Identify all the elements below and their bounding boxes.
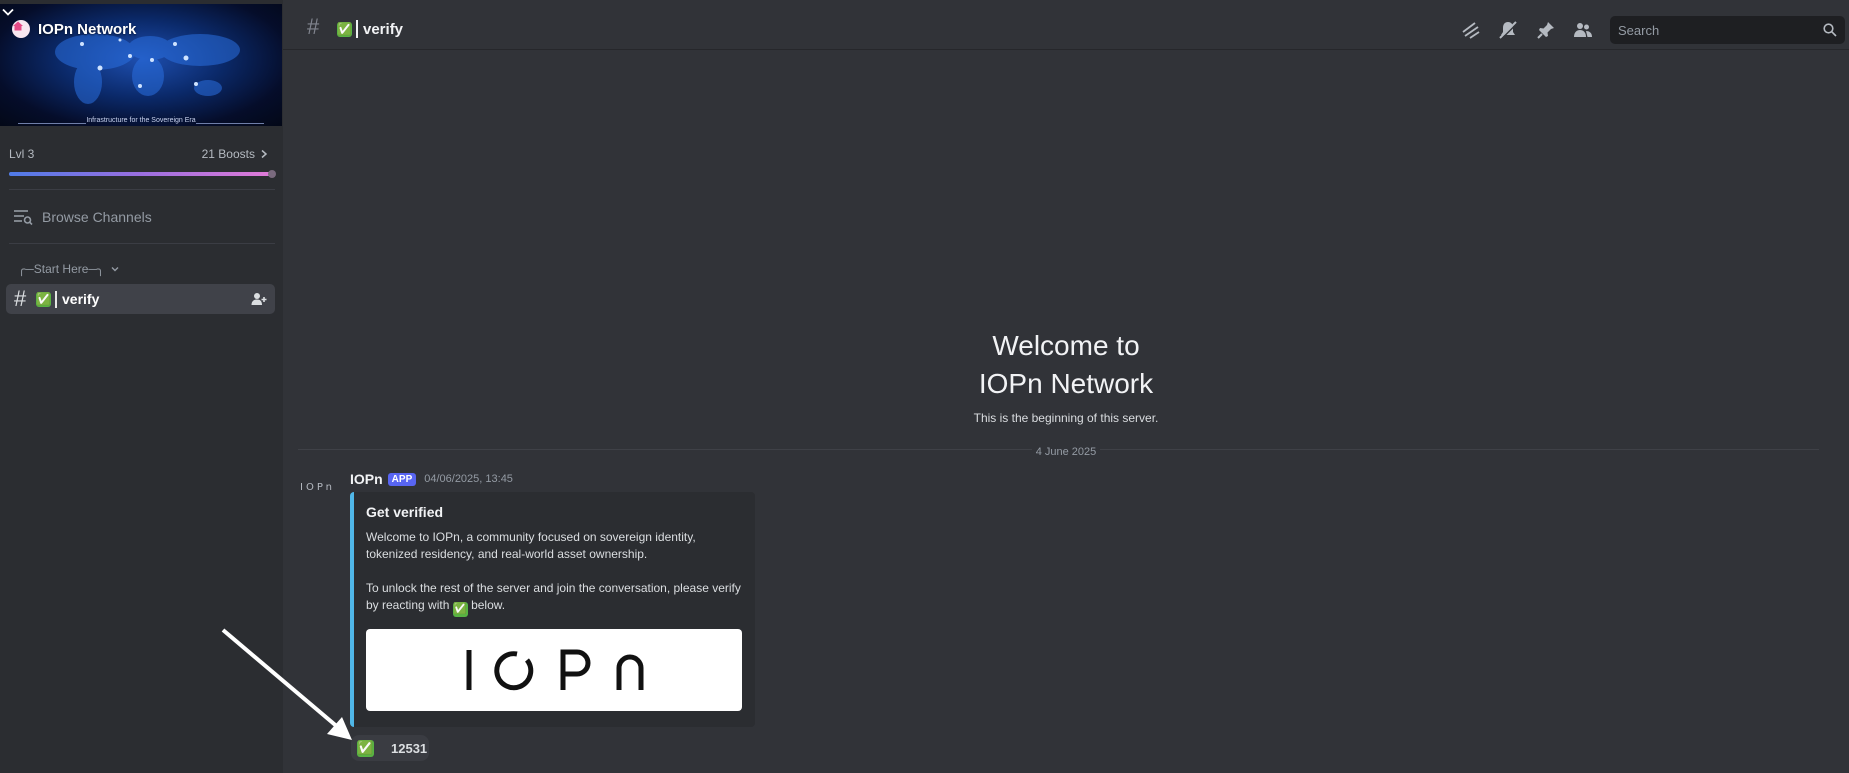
welcome-subtitle: This is the beginning of this server. — [973, 411, 1159, 425]
date-divider-label: 4 June 2025 — [1031, 446, 1101, 458]
message-embed: Get verified Welcome to IOPn, a communit… — [350, 492, 755, 727]
message-author[interactable]: IOPn — [350, 471, 383, 487]
message-header: IOPn APP 04/06/2025, 13:45 — [350, 471, 513, 487]
embed-title: Get verified — [366, 504, 444, 520]
channel-name-separator — [356, 20, 358, 38]
avatar[interactable]: IOPn — [300, 482, 335, 493]
channel-name-separator — [55, 290, 57, 308]
boost-progress-fill — [9, 172, 270, 176]
pin-icon[interactable] — [1536, 20, 1556, 40]
threads-icon[interactable] — [1461, 20, 1481, 40]
chevron-down-icon — [111, 267, 119, 272]
server-name[interactable]: IOPn Network — [38, 21, 136, 38]
browse-channels-label: Browse Channels — [42, 209, 152, 225]
check-mark-icon: ✅ — [36, 291, 51, 307]
invite-members-icon[interactable] — [251, 291, 267, 307]
chevron-right-icon — [261, 149, 268, 159]
embed-paragraph: Welcome to IOPn, a community focused on … — [366, 530, 696, 561]
sidebar-divider — [9, 189, 275, 190]
message-timestamp: 04/06/2025, 13:45 — [424, 473, 513, 485]
check-mark-icon: ✅ — [337, 21, 352, 37]
server-sidebar: IOPn Network Infrastructure for the Sove… — [0, 0, 283, 773]
sidebar-divider — [9, 243, 275, 244]
app-badge: APP — [387, 472, 417, 486]
category-start-here[interactable]: ╭─Start Here─╮ — [18, 262, 120, 276]
boost-progress-bar — [9, 172, 275, 176]
notification-muted-icon[interactable] — [1498, 20, 1518, 40]
chevron-down-icon[interactable] — [0, 4, 16, 20]
welcome-heading: Welcome to IOPn Network — [283, 327, 1849, 403]
chat-area: # ✅ verify Search Welcome to IOPn Networ… — [283, 0, 1849, 773]
server-banner[interactable]: IOPn Network Infrastructure for the Sove… — [0, 4, 282, 126]
embed-paragraph: To unlock the rest of the server and joi… — [366, 581, 741, 617]
welcome-line-1: Welcome to — [992, 330, 1140, 361]
welcome-line-2: IOPn Network — [978, 368, 1154, 399]
boost-level: Lvl 3 — [9, 147, 35, 161]
reaction-check-mark[interactable]: ✅ 12531 — [351, 735, 429, 761]
header-channel-name: verify — [363, 20, 404, 38]
iopn-logo — [466, 649, 644, 691]
channel-name: verify — [62, 291, 100, 307]
search-placeholder: Search — [1618, 22, 1660, 38]
check-mark-icon: ✅ — [452, 602, 468, 617]
sidebar-channel-verify[interactable]: # ✅ verify — [6, 284, 275, 314]
search-input[interactable]: Search — [1610, 16, 1845, 44]
check-mark-icon: ✅ — [357, 739, 374, 757]
browse-channels-button[interactable]: Browse Channels — [13, 208, 152, 226]
text-channel-icon: # — [307, 14, 320, 39]
member-list-icon[interactable] — [1573, 20, 1593, 40]
search-icon — [1823, 23, 1837, 37]
reaction-count: 12531 — [391, 740, 428, 756]
embed-logo-image[interactable] — [366, 629, 742, 711]
boost-count-link[interactable]: 21 Boosts — [202, 147, 269, 161]
category-label: ╭─Start Here─╮ — [18, 262, 105, 276]
server-home-icon — [12, 20, 30, 38]
boost-goal-marker — [268, 170, 276, 178]
browse-channels-icon — [14, 210, 33, 226]
banner-caption: Infrastructure for the Sovereign Era — [86, 117, 196, 124]
text-channel-icon: # — [14, 286, 27, 311]
boost-count: 21 Boosts — [201, 147, 255, 161]
date-divider: 4 June 2025 — [283, 442, 1849, 460]
channel-title: ✅ verify — [337, 20, 403, 38]
channel-header: # ✅ verify Search — [283, 4, 1849, 50]
